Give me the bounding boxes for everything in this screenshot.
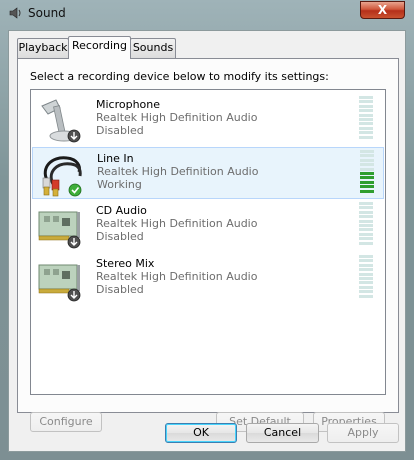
meter-segment — [359, 237, 373, 241]
meter-segment — [359, 263, 373, 267]
meter-segment — [359, 135, 373, 139]
close-button[interactable]: X — [360, 1, 405, 19]
meter-segment — [360, 158, 374, 162]
meter-segment — [359, 281, 373, 285]
device-status: Disabled — [96, 230, 144, 243]
level-meter — [359, 255, 373, 299]
meter-segment — [359, 294, 373, 298]
tab-sounds[interactable]: Sounds — [130, 38, 176, 58]
recording-panel: Select a recording device below to modif… — [17, 58, 399, 432]
meter-segment — [360, 176, 374, 180]
meter-segment — [359, 259, 373, 263]
tab-recording[interactable]: Recording — [68, 36, 131, 59]
list-item-microphone[interactable]: Microphone Realtek High Definition Audio… — [32, 94, 384, 146]
ok-button[interactable]: OK — [165, 423, 237, 443]
instruction-text: Select a recording device below to modif… — [30, 70, 329, 83]
meter-segment — [359, 290, 373, 294]
meter-segment — [359, 104, 373, 108]
line-in-cable-icon — [42, 156, 82, 197]
device-name: Line In — [97, 152, 134, 165]
meter-segment — [359, 228, 373, 232]
list-item-line-in[interactable]: Line In Realtek High Definition Audio Wo… — [32, 147, 384, 199]
meter-segment — [359, 126, 373, 130]
meter-segment — [359, 109, 373, 113]
meter-segment — [359, 255, 373, 258]
meter-segment — [360, 167, 374, 171]
device-name: Microphone — [96, 98, 161, 111]
meter-segment — [360, 185, 374, 189]
tab-playback[interactable]: Playback — [17, 38, 69, 58]
meter-segment — [360, 163, 374, 167]
meter-segment — [360, 180, 374, 184]
sound-card-icon — [38, 211, 81, 249]
meter-segment — [359, 272, 373, 276]
level-meter — [359, 96, 373, 140]
device-driver: Realtek High Definition Audio — [96, 217, 258, 230]
list-item-stereo-mix[interactable]: Stereo Mix Realtek High Definition Audio… — [32, 253, 384, 305]
device-driver: Realtek High Definition Audio — [97, 165, 259, 178]
device-name: Stereo Mix — [96, 257, 155, 270]
meter-segment — [359, 206, 373, 210]
meter-segment — [359, 232, 373, 236]
speaker-icon — [9, 7, 21, 19]
meter-segment — [360, 189, 374, 193]
cancel-button[interactable]: Cancel — [246, 423, 319, 443]
meter-segment — [359, 215, 373, 219]
meter-segment — [359, 202, 373, 205]
meter-segment — [359, 100, 373, 104]
meter-segment — [359, 219, 373, 223]
meter-segment — [359, 118, 373, 121]
microphone-icon — [41, 99, 81, 143]
meter-segment — [359, 131, 373, 135]
meter-segment — [359, 268, 373, 272]
meter-segment — [360, 150, 374, 153]
configure-button[interactable]: Configure — [30, 412, 102, 432]
meter-segment — [359, 122, 373, 126]
meter-segment — [359, 277, 373, 280]
device-driver: Realtek High Definition Audio — [96, 270, 258, 283]
meter-segment — [360, 154, 374, 158]
meter-segment — [359, 224, 373, 227]
device-name: CD Audio — [96, 204, 147, 217]
apply-button[interactable]: Apply — [327, 423, 399, 443]
meter-segment — [359, 113, 373, 117]
device-status: Disabled — [96, 283, 144, 296]
device-status: Working — [97, 178, 142, 191]
dialog-client: Playback Recording Sounds Select a recor… — [8, 30, 406, 452]
sound-card-icon — [38, 264, 81, 302]
level-meter — [359, 202, 373, 246]
meter-segment — [359, 210, 373, 214]
meter-segment — [359, 241, 373, 245]
level-meter — [360, 150, 374, 194]
window-title: Sound — [28, 6, 66, 20]
list-item-cd-audio[interactable]: CD Audio Realtek High Definition Audio D… — [32, 200, 384, 252]
meter-segment — [359, 285, 373, 289]
device-list[interactable]: Microphone Realtek High Definition Audio… — [30, 89, 386, 395]
meter-segment — [360, 172, 374, 175]
device-driver: Realtek High Definition Audio — [96, 111, 258, 124]
device-status: Disabled — [96, 124, 144, 137]
meter-segment — [359, 96, 373, 99]
title-bar: Sound X — [0, 0, 414, 28]
